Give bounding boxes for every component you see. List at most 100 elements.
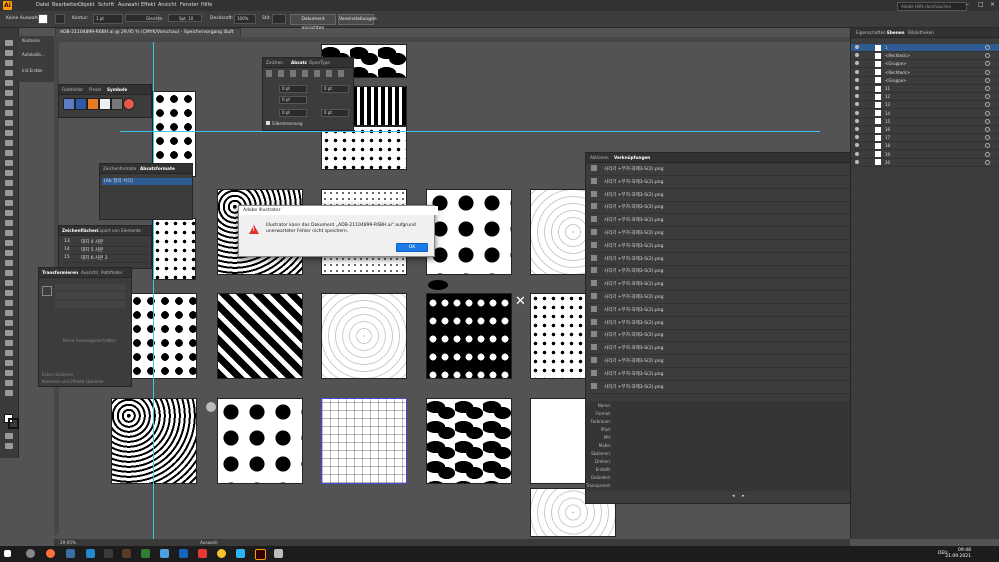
- visibility-eye-icon[interactable]: [855, 143, 859, 148]
- menu-objekt[interactable]: Objekt: [78, 2, 94, 8]
- hand-tool-icon[interactable]: [5, 300, 13, 306]
- indent-right-input[interactable]: 0 pt: [321, 85, 349, 93]
- app-icon[interactable]: [104, 549, 113, 558]
- type-tool-icon[interactable]: [5, 100, 13, 106]
- fill-swatch[interactable]: [38, 14, 48, 24]
- link-row[interactable]: 사각기 +무지-과제3-S(2).png: [588, 163, 884, 176]
- visibility-eye-icon[interactable]: [855, 61, 859, 66]
- link-row[interactable]: 사각기 +무지-과제3-S(2).png: [588, 342, 884, 356]
- stroke-style-select[interactable]: Gleichm.: [125, 14, 164, 22]
- link-row[interactable]: 사각기 +무지-과제3-S(2).png: [588, 368, 884, 381]
- close-icon[interactable]: ×: [990, 1, 995, 8]
- tab-zeichenformate[interactable]: Zeichenformate: [103, 166, 136, 171]
- mesh-tool-icon[interactable]: [5, 220, 13, 226]
- mini-item-autokalib[interactable]: Autokalib…: [22, 52, 45, 57]
- live-paint-tool-icon[interactable]: [5, 380, 13, 386]
- symbol-item[interactable]: [87, 98, 99, 110]
- layer-row[interactable]: 18: [851, 142, 999, 151]
- horizontal-guide[interactable]: [120, 131, 820, 132]
- lasso-tool-icon[interactable]: [5, 70, 13, 76]
- layer-row[interactable]: <Rechteck>: [851, 52, 999, 61]
- scale-tool-icon[interactable]: [5, 170, 13, 176]
- tab-farbfelder[interactable]: Farbfelder: [62, 87, 83, 92]
- maximize-icon[interactable]: □: [978, 1, 984, 8]
- app-icon[interactable]: [160, 549, 169, 558]
- artboard-tool-icon[interactable]: [5, 280, 13, 286]
- prev-arrow-icon[interactable]: ◂: [732, 493, 735, 499]
- minimize-icon[interactable]: –: [966, 1, 969, 8]
- visibility-eye-icon[interactable]: [855, 118, 859, 123]
- first-line-indent-input[interactable]: 0 pt: [279, 96, 307, 104]
- link-row[interactable]: 사각기 +무지-과제3-S(2).png: [588, 214, 884, 228]
- target-circle-icon[interactable]: [985, 110, 990, 116]
- link-row[interactable]: 사각기 +무지-과제3-S(2).png: [588, 201, 884, 215]
- ok-button[interactable]: OK: [396, 243, 428, 252]
- layer-row[interactable]: 19: [851, 151, 999, 159]
- hyphenation-checkbox[interactable]: [266, 121, 270, 125]
- tab-zeichenflaechen[interactable]: Zeichenflächen: [62, 228, 98, 233]
- eraser-tool-icon[interactable]: [5, 150, 13, 156]
- mini-item-init[interactable]: Init.Erstbe: [22, 68, 43, 73]
- layer-row[interactable]: <Gruppe>: [851, 77, 999, 85]
- paragraph-style-item[interactable]: [Ab 정의 서식]: [102, 178, 192, 185]
- menu-bearbeiten[interactable]: Bearbeiten: [52, 2, 79, 8]
- symbol-item[interactable]: [75, 98, 87, 110]
- space-after-input[interactable]: 0 pt: [321, 109, 349, 117]
- tab-export-elemente[interactable]: Export von Elemente: [97, 228, 141, 233]
- alignment-buttons[interactable]: [266, 70, 350, 77]
- layer-row[interactable]: 13: [851, 101, 999, 110]
- blend-tool-icon[interactable]: [5, 250, 13, 256]
- target-circle-icon[interactable]: [985, 86, 990, 91]
- knife-tool-icon[interactable]: [5, 330, 13, 336]
- link-row[interactable]: 사각기 +무지-과제3-S(2).png: [588, 329, 884, 343]
- pencil-tool-icon[interactable]: [5, 140, 13, 146]
- layer-row[interactable]: 11: [851, 85, 999, 93]
- link-row[interactable]: 사각기 +무지-과제3-S(2).png: [588, 240, 884, 253]
- link-row[interactable]: 사각기 +무지-과제3-S(2).png: [588, 355, 884, 368]
- visibility-eye-icon[interactable]: [855, 69, 859, 74]
- scale-corners-option[interactable]: Ecken skalieren: [42, 372, 73, 377]
- windows-start-icon[interactable]: [4, 550, 11, 557]
- zoom-tool-icon[interactable]: [5, 310, 13, 316]
- clock[interactable]: 09:48 21.09.2021: [945, 548, 971, 560]
- symbol-item[interactable]: [123, 98, 135, 110]
- mini-item-konturen[interactable]: Konturen: [22, 38, 40, 43]
- measure-tool-icon[interactable]: [5, 390, 13, 396]
- tab-verknuepfungen[interactable]: Verknüpfungen: [614, 155, 650, 160]
- tab-absatzformate[interactable]: Absatzformate: [140, 166, 175, 171]
- visibility-eye-icon[interactable]: [855, 53, 859, 58]
- link-row[interactable]: 사각기 +무지-과제3-S(2).png: [588, 253, 884, 266]
- menu-auswahl[interactable]: Auswahl: [118, 2, 139, 8]
- target-circle-icon[interactable]: [985, 77, 990, 83]
- curvature-tool-icon[interactable]: [5, 90, 13, 96]
- layer-row[interactable]: <Rechteck>: [851, 69, 999, 77]
- symbol-item[interactable]: [99, 98, 111, 110]
- visibility-eye-icon[interactable]: [855, 94, 859, 99]
- layer-row[interactable]: 15: [851, 118, 999, 126]
- target-circle-icon[interactable]: [985, 61, 990, 67]
- magic-wand-tool-icon[interactable]: [5, 60, 13, 66]
- menu-datei[interactable]: Datei: [36, 2, 49, 8]
- tab-ebenen[interactable]: Ebenen: [887, 30, 905, 35]
- tab-opentype[interactable]: OpenType: [309, 60, 330, 65]
- draw-mode-icon[interactable]: [5, 433, 13, 439]
- tab-zeichen[interactable]: Zeichen: [266, 60, 283, 65]
- illustrator-taskbar-icon[interactable]: [255, 549, 266, 560]
- symbol-item[interactable]: [111, 98, 123, 110]
- target-circle-icon[interactable]: [985, 118, 990, 124]
- app-icon[interactable]: [236, 549, 245, 558]
- visibility-eye-icon[interactable]: [855, 127, 859, 131]
- menu-ansicht[interactable]: Ansicht: [158, 2, 176, 8]
- app-icon[interactable]: [141, 549, 150, 558]
- vertical-guide[interactable]: [153, 42, 154, 542]
- selection-tool-icon[interactable]: [5, 40, 13, 46]
- direct-selection-tool-icon[interactable]: [5, 50, 13, 56]
- rectangle-tool-icon[interactable]: [5, 120, 13, 126]
- visibility-eye-icon[interactable]: [855, 151, 859, 156]
- visibility-eye-icon[interactable]: [855, 77, 859, 82]
- search-icon[interactable]: [26, 549, 35, 558]
- perspective-grid-tool-icon[interactable]: [5, 210, 13, 216]
- visibility-eye-icon[interactable]: [855, 159, 859, 164]
- stroke-swatch[interactable]: [55, 14, 65, 24]
- graph-tool-icon[interactable]: [5, 270, 13, 276]
